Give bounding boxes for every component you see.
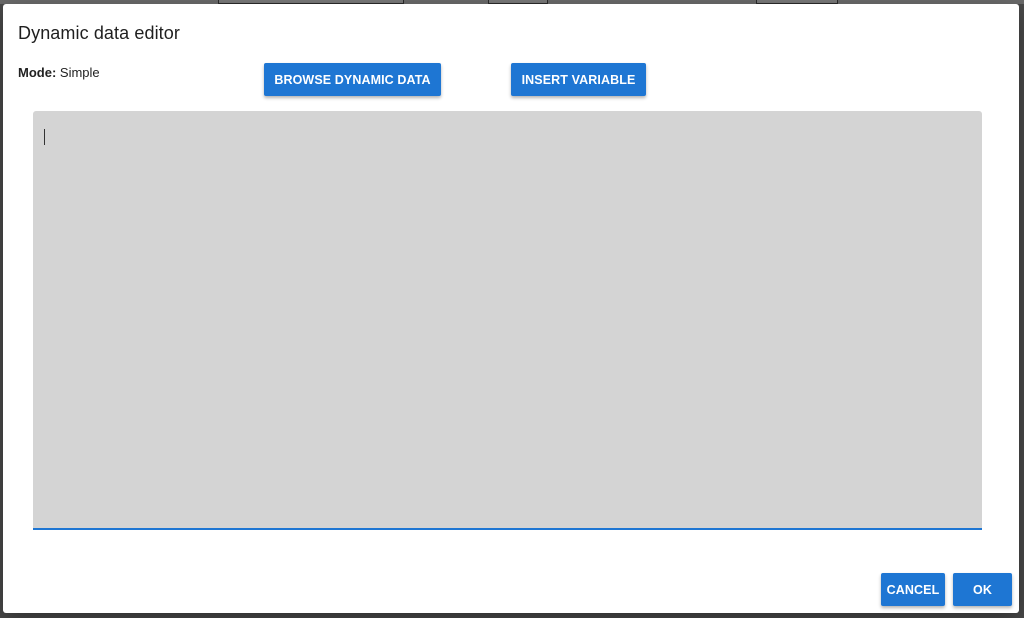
mode-value: Simple (59, 65, 100, 80)
browse-dynamic-data-button[interactable]: BROWSE DYNAMIC DATA (264, 63, 441, 96)
editor-container (33, 111, 982, 530)
dynamic-data-editor-dialog: Dynamic data editor Mode: Simple BROWSE … (3, 4, 1019, 613)
insert-variable-button[interactable]: INSERT VARIABLE (511, 63, 646, 96)
mode-indicator: Mode: Simple (18, 65, 100, 80)
text-caret (44, 129, 45, 145)
ok-button[interactable]: OK (953, 573, 1012, 606)
cancel-button[interactable]: CANCEL (881, 573, 945, 606)
mode-label: Mode: (18, 65, 57, 80)
dialog-title: Dynamic data editor (18, 23, 180, 43)
expression-editor[interactable] (33, 111, 982, 528)
